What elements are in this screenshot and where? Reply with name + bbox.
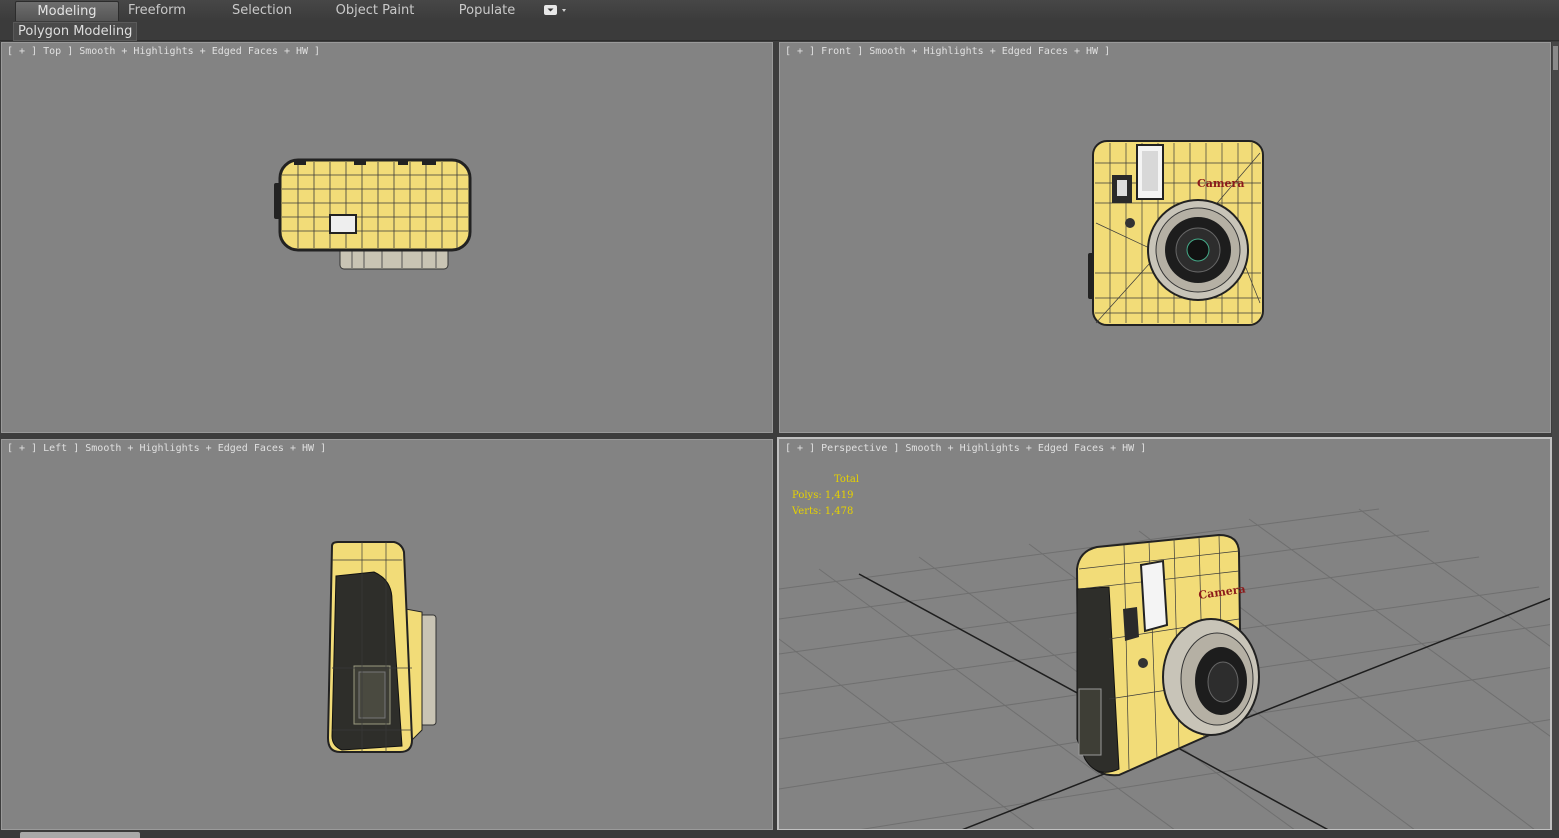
camera-model-perspective: Camera bbox=[1075, 533, 1260, 777]
camera-model-top bbox=[274, 158, 472, 270]
dropdown-toggle-icon[interactable] bbox=[543, 4, 569, 17]
camera-model-front: Camera bbox=[1088, 140, 1264, 326]
ribbon-tab-bar: Modeling Freeform Selection Object Paint… bbox=[0, 0, 1559, 22]
right-scrollbar[interactable] bbox=[1552, 42, 1559, 830]
tab-modeling[interactable]: Modeling bbox=[15, 1, 119, 21]
tab-object-paint[interactable]: Object Paint bbox=[325, 1, 425, 20]
viewport-top[interactable]: [ + ] Top ] Smooth + Highlights + Edged … bbox=[1, 42, 773, 433]
perspective-scene: Camera bbox=[779, 508, 1550, 829]
viewport-left[interactable]: [ + ] Left ] Smooth + Highlights + Edged… bbox=[1, 439, 773, 830]
tab-populate[interactable]: Populate bbox=[437, 1, 537, 20]
viewport-perspective[interactable]: [ + ] Perspective ] Smooth + Highlights … bbox=[777, 437, 1552, 831]
right-scrollbar-thumb[interactable] bbox=[1553, 46, 1558, 70]
polygon-modeling-panel[interactable]: Polygon Modeling bbox=[13, 22, 138, 41]
camera-model-left bbox=[326, 541, 437, 753]
bottom-bar bbox=[0, 830, 1559, 838]
time-slider[interactable] bbox=[20, 832, 140, 838]
tab-freeform[interactable]: Freeform bbox=[107, 1, 207, 20]
viewport-front[interactable]: [ + ] Front ] Smooth + Highlights + Edge… bbox=[779, 42, 1551, 433]
camera-brand-text-front: Camera bbox=[1197, 177, 1244, 190]
ribbon-panel: Polygon Modeling bbox=[0, 21, 1559, 41]
tab-selection[interactable]: Selection bbox=[212, 1, 312, 20]
